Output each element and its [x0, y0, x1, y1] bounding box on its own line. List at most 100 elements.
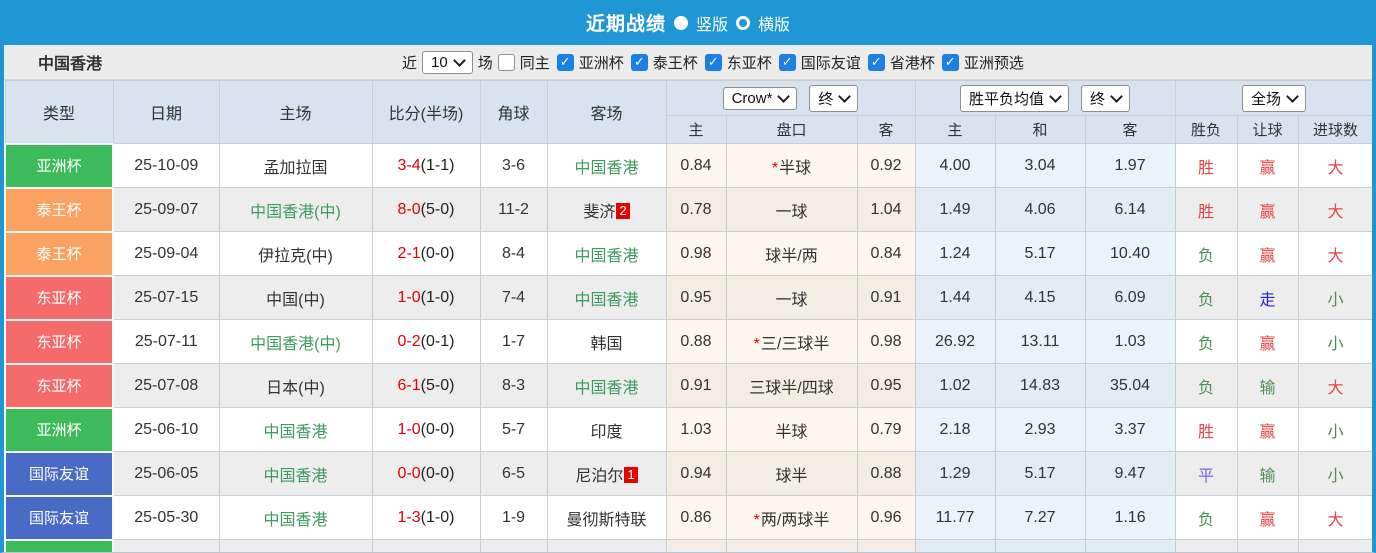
corners-cell: 5-7 [479, 407, 548, 452]
table-row: 亚洲杯 25-10-09 孟加拉国 3-4(1-1) 3-6 中国香港 0.84 *半球 0.9… [4, 142, 1372, 189]
away-team-link[interactable]: 中国香港 [574, 248, 638, 265]
away-team-cell: 尼泊尔 1 [546, 451, 667, 496]
away-handicap-odds-cell: 0.92 [856, 143, 916, 188]
win-loss-result-cell: 平 [1174, 451, 1238, 496]
home-handicap-odds-cell: 0.84 [665, 143, 727, 188]
competition-label[interactable]: 国际友谊 [801, 52, 861, 73]
competition-label[interactable]: 省港杯 [890, 52, 935, 73]
score-cell: 1-0(1-0) [371, 275, 481, 320]
away-team-link[interactable]: 中国香港 [574, 292, 638, 309]
competition-label[interactable]: 东亚杯 [727, 52, 772, 73]
handicap-text: 三球半/四球 [749, 379, 834, 397]
home-team-link[interactable]: 中国香港 [263, 468, 327, 485]
avg-final-select[interactable]: 终 [1081, 84, 1131, 112]
date-cell: 25-03-25 [112, 539, 220, 552]
avg-draw-odds-cell: 7.27 [994, 495, 1086, 540]
handicap-cell: *半球 [725, 143, 858, 188]
subheader-avg-away: 客 [1084, 115, 1176, 144]
chevron-down-icon [1110, 89, 1123, 103]
away-team-link[interactable]: 中国香港 [574, 160, 638, 177]
competition-checkbox-kings-cup[interactable]: ✓ [630, 53, 648, 71]
score-cell: 1-3(1-0) [371, 495, 481, 540]
handicap-final-select[interactable]: 终 [809, 84, 859, 112]
competition-badge: 东亚杯 [4, 362, 114, 409]
team-name-heading: 中国香港 [38, 56, 103, 73]
subheader-home-odds: 主 [665, 115, 727, 144]
away-handicap-odds-cell: 1.04 [856, 187, 916, 232]
win-loss-result-cell: 负 [1174, 495, 1238, 540]
away-team-link[interactable]: 斐济 [583, 204, 615, 221]
corners-cell: 7-4 [479, 275, 548, 320]
competition-checkbox-asian-cup[interactable]: ✓ [556, 53, 574, 71]
competition-label[interactable]: 亚洲杯 [579, 52, 624, 73]
score-cell: 3-4(1-1) [371, 143, 481, 188]
handicap-text: 球半/两 [765, 247, 818, 265]
matches-label: 场 [477, 54, 493, 72]
score-cell: 0-0(0-0) [371, 451, 481, 496]
handicap-result-cell: 输 [1236, 539, 1299, 552]
home-team-link[interactable]: 中国(中) [266, 292, 325, 309]
home-team-link[interactable]: 日本(中) [266, 380, 325, 397]
halftime-score: (1-0) [420, 288, 455, 306]
header-row-selects: 类型 日期 主场 比分(半场) 角球 客场 Crow* 终 胜平负均值 终 全场 [4, 80, 1372, 144]
away-team-link[interactable]: 印度 [590, 424, 622, 441]
away-handicap-odds-cell: 0.96 [856, 495, 916, 540]
horizontal-layout-label[interactable]: 横版 [758, 11, 790, 35]
avg-away-odds-cell: 6.14 [1084, 187, 1176, 232]
away-team-link[interactable]: 尼泊尔 [575, 468, 623, 485]
home-team-link[interactable]: 中国香港(中) [250, 336, 341, 353]
away-handicap-odds-cell: 0.91 [856, 275, 916, 320]
handicap-result-cell: 赢 [1236, 407, 1299, 452]
home-team-link[interactable]: 中国香港(中) [250, 204, 341, 221]
home-handicap-odds-cell: 0.95 [665, 275, 727, 320]
fulltime-score: 8-0 [397, 200, 421, 218]
avg-draw-odds-cell: 3.04 [994, 143, 1086, 188]
fulltime-select[interactable]: 全场 [1242, 84, 1307, 112]
competition-checkbox-province-port-cup[interactable]: ✓ [867, 53, 885, 71]
away-team-link[interactable]: 中国香港 [574, 380, 638, 397]
home-team-link[interactable]: 中国香港 [263, 512, 327, 529]
competition-checkbox-friendly[interactable]: ✓ [778, 53, 796, 71]
score-cell: 8-0(5-0) [371, 187, 481, 232]
competition-checkbox-asian-qualifiers[interactable]: ✓ [941, 53, 959, 71]
home-handicap-odds-cell: 0.88 [665, 319, 727, 364]
fulltime-score: 3-4 [397, 156, 421, 174]
competition-badge: 东亚杯 [4, 318, 114, 365]
competition-label[interactable]: 泰王杯 [653, 52, 698, 73]
chevron-down-icon [1049, 89, 1062, 103]
home-team-link[interactable]: 伊拉克(中) [258, 248, 333, 265]
avg-draw-odds-cell: 14.83 [994, 363, 1086, 408]
match-count-select[interactable]: 10 [422, 50, 473, 74]
away-handicap-odds-cell: 0.98 [856, 319, 916, 364]
horizontal-layout-radio[interactable] [736, 15, 750, 30]
avg-away-odds-cell: 35.04 [1084, 363, 1176, 408]
avg-home-odds-cell: 2.80 [914, 539, 996, 552]
halftime-score: (0-0) [420, 244, 455, 262]
handicap-result-cell: 赢 [1236, 495, 1299, 540]
fulltime-score: 2-1 [397, 244, 421, 262]
away-team-link[interactable]: 曼彻斯特联 [566, 512, 646, 529]
win-loss-result-cell: 负 [1174, 231, 1238, 276]
avg-away-odds-cell: 6.09 [1084, 275, 1176, 320]
competition-label[interactable]: 亚洲预选 [964, 52, 1024, 73]
bookmaker-select[interactable]: Crow* [722, 86, 798, 110]
avg-odds-select[interactable]: 胜平负均值 [960, 84, 1070, 112]
goals-result-cell: 小 [1297, 319, 1372, 364]
rank-badge: 1 [624, 466, 638, 483]
away-team-cell: 印度 [546, 407, 667, 452]
vertical-layout-radio[interactable] [673, 15, 688, 30]
competition-badge: 亚洲杯 [4, 406, 114, 453]
table-row: 泰王杯 25-09-04 伊拉克(中) 2-1(0-0) 8-4 中国香港 0.98 球半/两… [4, 230, 1372, 277]
away-team-cell: 中国香港 [546, 539, 667, 552]
vertical-layout-label[interactable]: 竖版 [696, 11, 728, 35]
competition-badge: 东亚杯 [4, 274, 114, 321]
home-team-link[interactable]: 中国香港 [263, 424, 327, 441]
away-team-link[interactable]: 韩国 [590, 336, 622, 353]
date-cell: 25-07-15 [112, 275, 220, 320]
competition-badge: 国际友谊 [4, 450, 114, 497]
handicap-text: 半球 [775, 423, 808, 441]
same-home-label[interactable]: 同主 [520, 52, 550, 73]
competition-checkbox-east-asian-cup[interactable]: ✓ [704, 53, 722, 71]
home-team-link[interactable]: 孟加拉国 [263, 160, 327, 177]
same-home-checkbox[interactable] [497, 53, 515, 71]
